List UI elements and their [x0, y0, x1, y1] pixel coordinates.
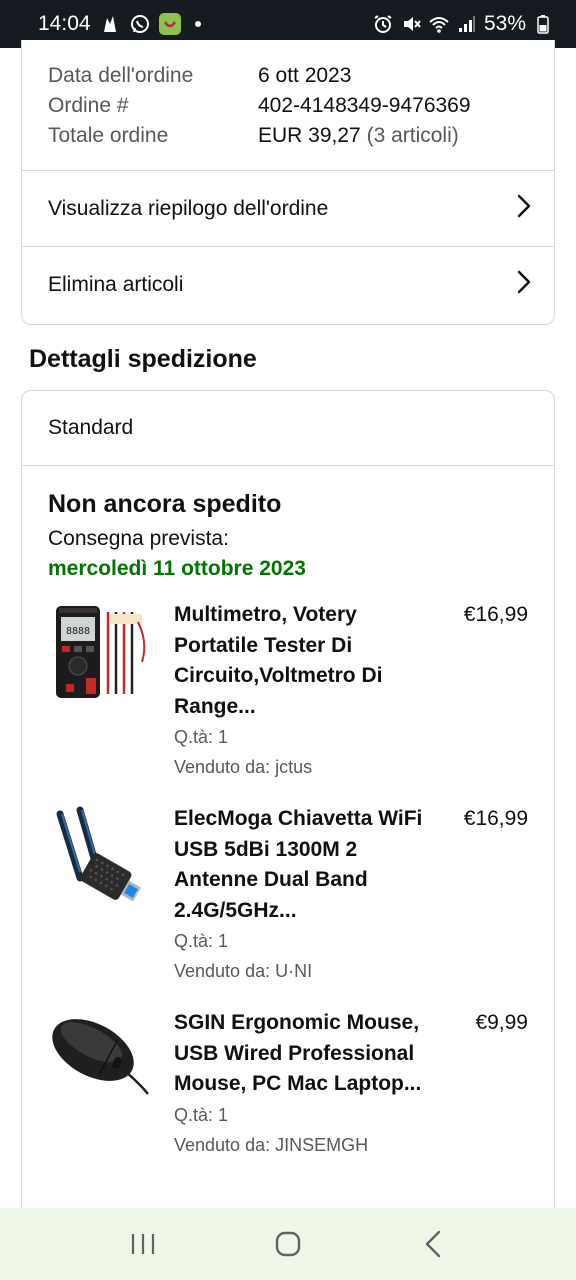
expected-delivery-label: Consegna prevista:: [48, 527, 229, 550]
order-total-row: Totale ordine EUR 39,27 (3 articoli): [48, 121, 554, 151]
notification-icon: [99, 13, 121, 35]
list-item[interactable]: ElecMoga Chiavetta WiFi USB 5dBi 1300M 2…: [48, 804, 528, 986]
item-price: €9,99: [475, 1011, 528, 1034]
shipping-method: Standard: [22, 391, 554, 466]
order-number-value: 402-4148349-9476369: [258, 94, 471, 117]
signal-icon: [456, 13, 478, 35]
chevron-right-icon: [516, 270, 532, 300]
item-title[interactable]: Multimetro, Votery Portatile Tester Di C…: [174, 600, 438, 722]
item-quantity: Q.tà: 1: [174, 931, 229, 951]
item-quantity: Q.tà: 1: [174, 1104, 229, 1125]
system-nav-bar: [0, 1208, 576, 1280]
dot-icon: [194, 21, 201, 27]
order-date-label: Data dell'ordine: [48, 64, 194, 87]
item-price: €16,99: [463, 807, 528, 830]
shipping-status: Non ancora spedito Consegna prevista: me…: [22, 466, 554, 584]
item-seller: Venduto da: U·NI: [174, 961, 313, 981]
order-date-row: Data dell'ordine 6 ott 2023: [48, 61, 554, 91]
item-title[interactable]: ElecMoga Chiavetta WiFi USB 5dBi 1300M 2…: [174, 804, 438, 926]
expected-delivery-date: mercoledì 11 ottobre 2023: [48, 557, 306, 580]
list-item[interactable]: SGIN Ergonomic Mouse, USB Wired Professi…: [48, 1008, 528, 1160]
order-info: Data dell'ordine 6 ott 2023 Ordine # 402…: [22, 40, 554, 151]
mute-icon: [400, 13, 422, 35]
item-title[interactable]: SGIN Ergonomic Mouse, USB Wired Professi…: [174, 1008, 438, 1100]
mouse-image[interactable]: [48, 1008, 152, 1112]
app-icon: [158, 13, 181, 35]
status-time: 14:04: [38, 12, 91, 35]
order-summary-card: Data dell'ordine 6 ott 2023 Ordine # 402…: [21, 40, 555, 325]
chevron-right-icon: [516, 194, 532, 224]
order-details-page: Data dell'ordine 6 ott 2023 Ordine # 402…: [0, 40, 576, 1208]
back-icon[interactable]: [403, 1220, 463, 1268]
whatsapp-icon: [129, 13, 151, 35]
order-total-items: (3 articoli): [366, 124, 459, 147]
order-number-row: Ordine # 402-4148349-9476369: [48, 91, 554, 121]
order-total-amount: EUR 39,27: [258, 124, 361, 147]
order-date-value: 6 ott 2023: [258, 64, 352, 87]
shipment-items: 8888 Multimetro, Votery Portatile Tester…: [22, 584, 554, 1160]
order-number-label: Ordine #: [48, 94, 129, 117]
recent-apps-icon[interactable]: [113, 1220, 173, 1268]
shipping-card: Standard Non ancora spedito Consegna pre…: [21, 390, 555, 1208]
item-seller: Venduto da: JINSEMGH: [174, 1134, 369, 1155]
shipping-details-title: Dettagli spedizione: [29, 345, 257, 373]
battery-percent: 53%: [483, 12, 526, 35]
shipping-status-title: Non ancora spedito: [48, 490, 282, 518]
list-item[interactable]: 8888 Multimetro, Votery Portatile Tester…: [48, 600, 528, 782]
delete-items-link[interactable]: Elimina articoli: [22, 246, 554, 322]
svg-text:8888: 8888: [66, 626, 90, 637]
wifi-adapter-image[interactable]: [48, 804, 152, 908]
delete-items-label: Elimina articoli: [48, 272, 184, 296]
item-quantity: Q.tà: 1: [174, 727, 229, 747]
view-order-summary-label: Visualizza riepilogo dell'ordine: [48, 196, 329, 220]
multimeter-image[interactable]: 8888: [48, 600, 152, 704]
order-total-label: Totale ordine: [48, 124, 169, 147]
item-price: €16,99: [463, 603, 528, 626]
view-order-summary-link[interactable]: Visualizza riepilogo dell'ordine: [22, 170, 554, 246]
item-seller: Venduto da: jctus: [174, 757, 313, 777]
order-total-value: EUR 39,27 (3 articoli): [258, 121, 459, 151]
home-icon[interactable]: [258, 1220, 318, 1268]
alarm-icon: [372, 13, 394, 35]
wifi-icon: [428, 13, 450, 35]
battery-icon: [532, 13, 554, 35]
